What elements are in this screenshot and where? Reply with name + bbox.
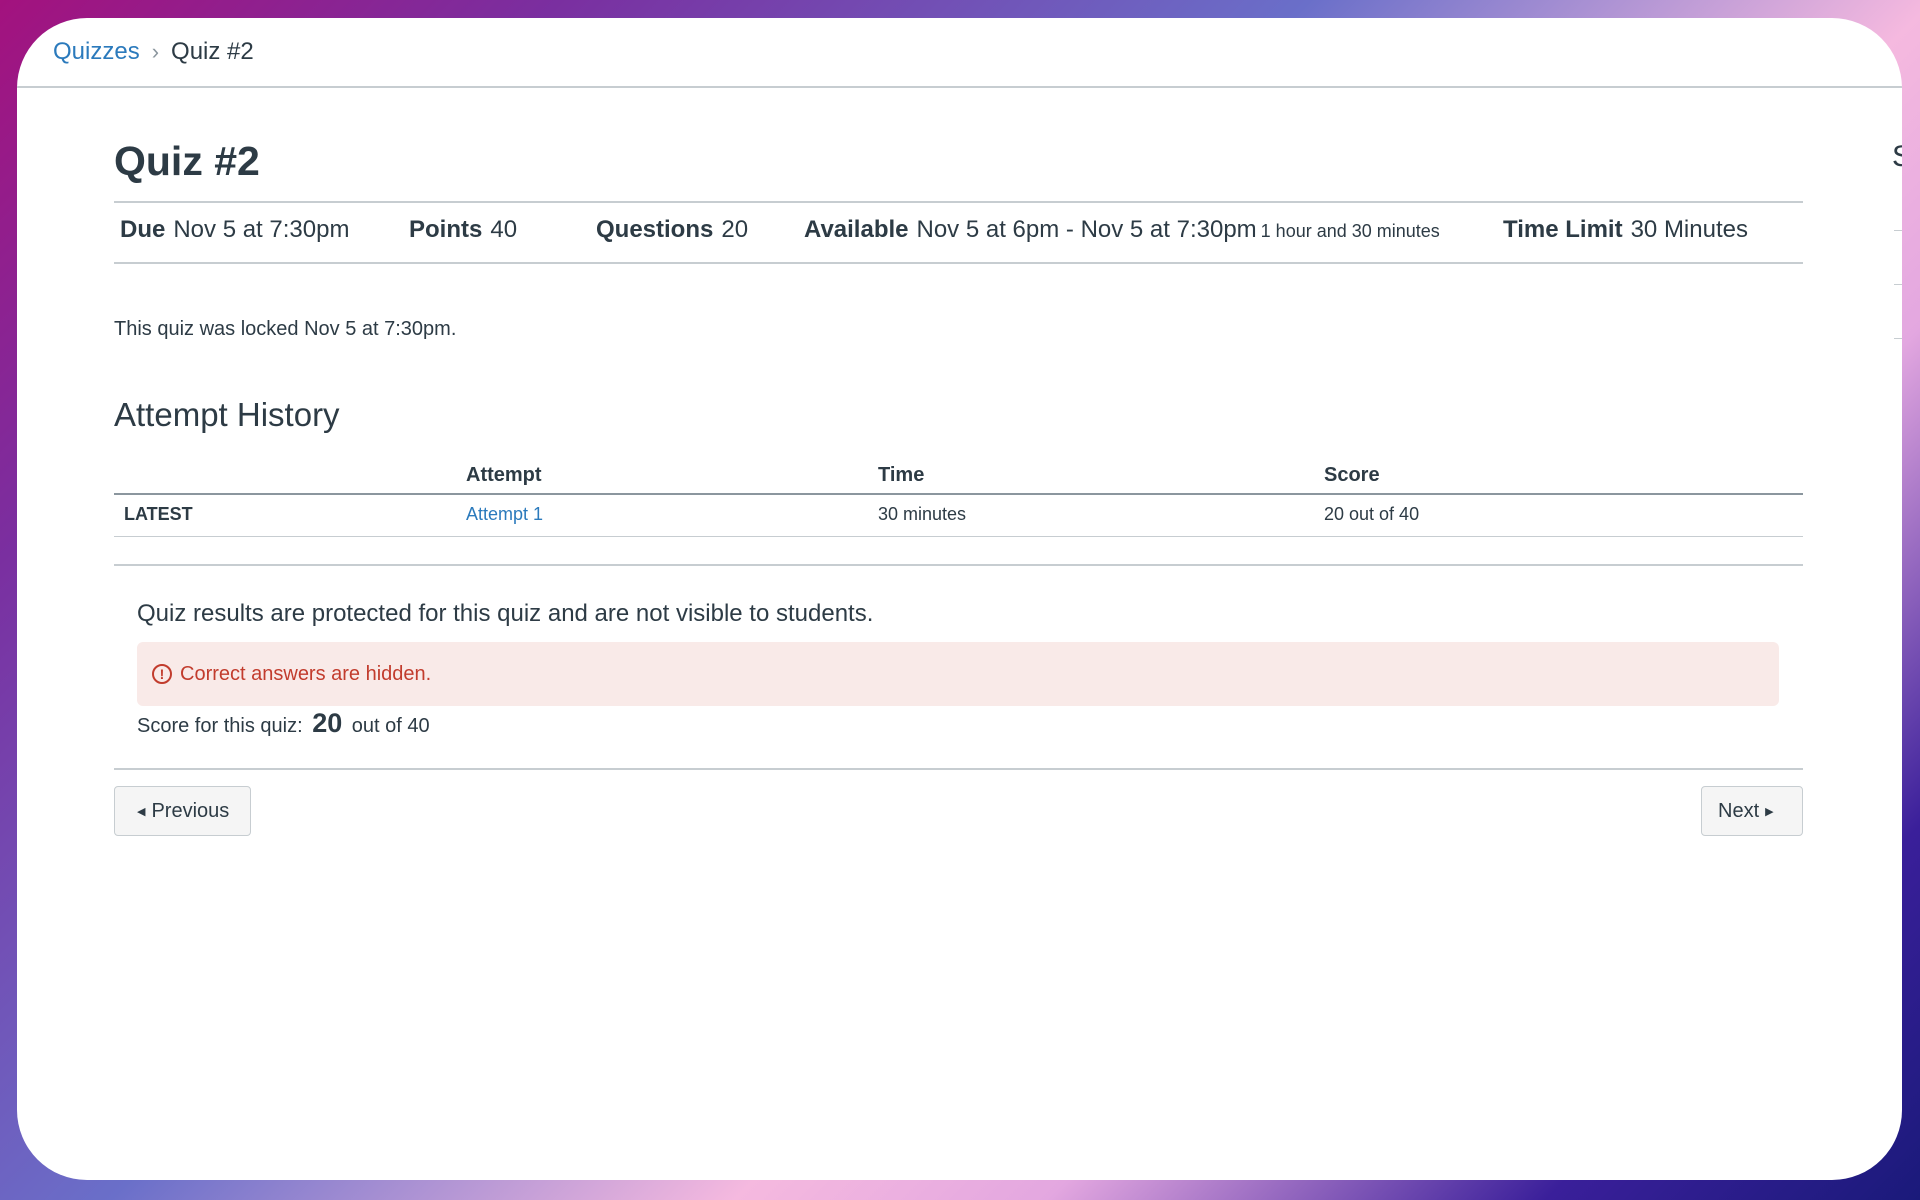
caret-left-icon: ◀ xyxy=(137,805,146,818)
available-detail: Available Nov 5 at 6pm - Nov 5 at 7:30pm 1… xyxy=(804,216,1440,244)
column-header-time: Time xyxy=(878,464,925,486)
locked-message: This quiz was locked Nov 5 at 7:30pm. xyxy=(114,318,457,340)
previous-label: Previous xyxy=(151,799,230,822)
divider xyxy=(114,262,1803,264)
attempt-time: 30 minutes xyxy=(878,504,967,524)
questions-value: 20 xyxy=(721,216,749,243)
warning-icon: ! xyxy=(152,664,172,684)
due-value: Nov 5 at 7:30pm xyxy=(173,216,350,243)
points-value: 40 xyxy=(490,216,518,243)
breadcrumb-quizzes-link[interactable]: Quizzes xyxy=(53,38,140,66)
header-divider xyxy=(17,86,1902,88)
due-label: Due xyxy=(120,216,166,243)
points-detail: Points 40 xyxy=(409,216,517,244)
attempt-score: 20 out of 40 xyxy=(1324,504,1420,524)
score-prefix: Score for this quiz: xyxy=(137,715,303,737)
score-suffix: out of 40 xyxy=(351,715,430,737)
results-protected-message: Quiz results are protected for this quiz… xyxy=(137,600,874,627)
questions-label: Questions xyxy=(596,216,714,243)
correct-answers-hidden-alert: ! Correct answers are hidden. xyxy=(137,642,1779,706)
time-limit-label: Time Limit xyxy=(1503,216,1623,243)
divider xyxy=(114,768,1803,770)
breadcrumb-current: Quiz #2 xyxy=(171,38,254,65)
browser-content-frame: Quizzes › Quiz #2 S Quiz #2 Due Nov 5 at … xyxy=(17,18,1902,1180)
due-detail: Due Nov 5 at 7:30pm xyxy=(120,216,349,244)
column-header-score: Score xyxy=(1324,464,1380,486)
attempt-1-link[interactable]: Attempt 1 xyxy=(466,504,543,525)
time-limit-value: 30 Minutes xyxy=(1630,216,1748,243)
previous-button[interactable]: ◀ Previous xyxy=(114,786,251,836)
score-value: 20 xyxy=(312,708,343,738)
table-row-divider xyxy=(114,536,1803,537)
page-title: Quiz #2 xyxy=(114,138,260,184)
column-header-attempt: Attempt xyxy=(466,464,542,486)
breadcrumb: Quizzes › Quiz #2 xyxy=(53,38,254,66)
available-value: Nov 5 at 6pm - Nov 5 at 7:30pm xyxy=(916,216,1257,243)
next-label: Next xyxy=(1718,799,1760,822)
available-label: Available xyxy=(804,216,909,243)
alert-text: Correct answers are hidden. xyxy=(180,662,432,685)
quiz-score: Score for this quiz: 20 out of 40 xyxy=(137,708,430,739)
right-sidebar-clipped-text: S xyxy=(1892,140,1902,174)
available-duration: 1 hour and 30 minutes xyxy=(1260,221,1440,241)
divider xyxy=(114,564,1803,566)
divider xyxy=(114,201,1803,203)
caret-right-icon: ▶ xyxy=(1765,805,1774,818)
table-header-divider xyxy=(114,493,1803,495)
questions-detail: Questions 20 xyxy=(596,216,748,244)
next-button[interactable]: Next ▶ xyxy=(1701,786,1803,836)
attempt-history-heading: Attempt History xyxy=(114,396,340,433)
points-label: Points xyxy=(409,216,483,243)
latest-tag: LATEST xyxy=(124,504,193,524)
time-limit-detail: Time Limit 30 Minutes xyxy=(1503,216,1748,244)
chevron-right-icon: › xyxy=(151,39,160,64)
